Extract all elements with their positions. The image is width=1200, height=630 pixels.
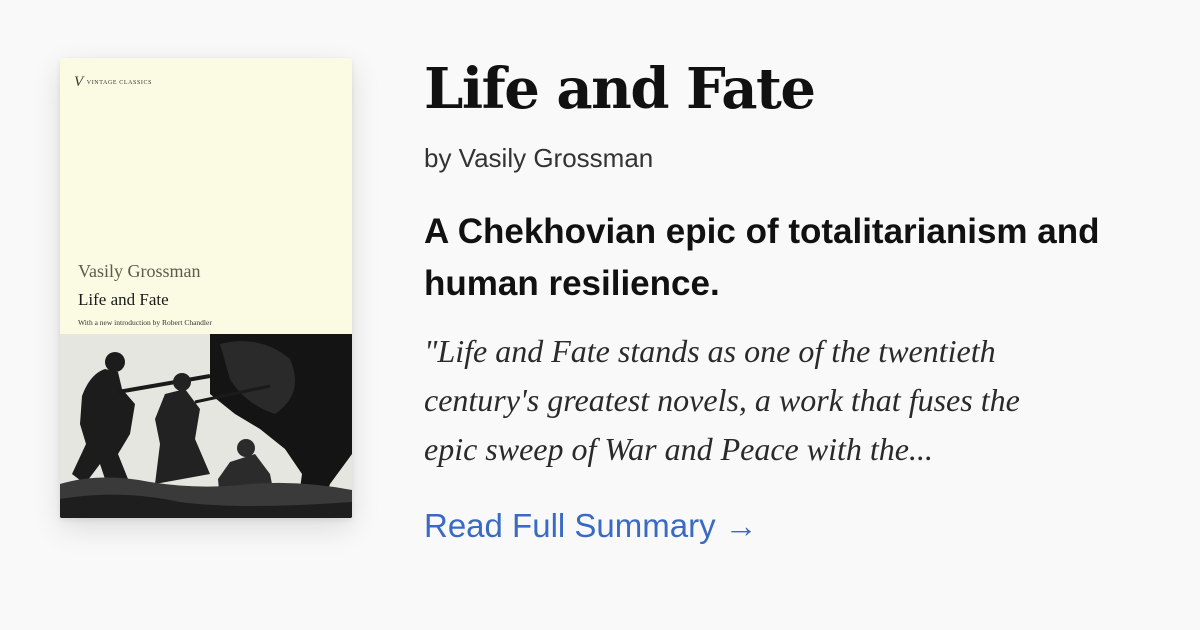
publisher-logo: V VINTAGE CLASSICS (74, 75, 152, 90)
vintage-v-mark: V (74, 74, 84, 90)
author-byline: by Vasily Grossman (424, 143, 654, 173)
summary-excerpt: "Life and Fate stands as one of the twen… (424, 327, 1164, 474)
excerpt-line: "Life and Fate stands as one of the twen… (424, 333, 996, 369)
series-name: VINTAGE CLASSICS (86, 79, 153, 86)
cover-photograph (60, 334, 352, 518)
cover-intro-credit: With a new introduction by Robert Chandl… (78, 318, 212, 327)
excerpt-line: epic sweep of War and Peace with the... (424, 431, 933, 467)
book-cover[interactable]: V VINTAGE CLASSICS Vasily Grossman Life … (60, 58, 352, 518)
cover-author: Vasily Grossman (78, 261, 201, 281)
read-full-summary-link[interactable]: Read Full Summary → (424, 507, 758, 545)
book-tagline: A Chekhovian epic of totalitarianism and… (424, 212, 1100, 303)
cover-title: Life and Fate (78, 290, 169, 309)
excerpt-line: century's greatest novels, a work that f… (424, 382, 1020, 418)
book-title: Life and Fate (424, 56, 816, 122)
